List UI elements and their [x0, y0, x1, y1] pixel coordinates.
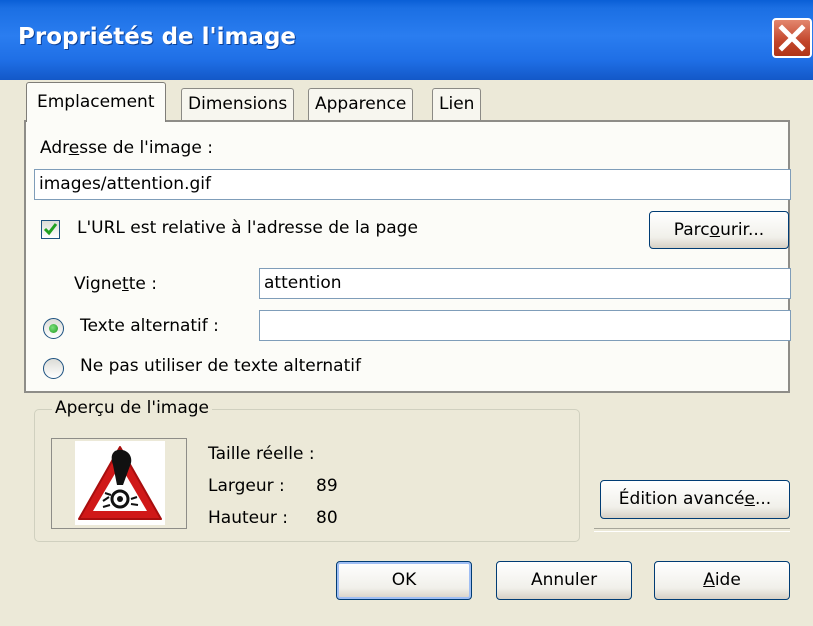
tooltip-label: Vignette : — [74, 274, 157, 294]
no-alt-text-label: Ne pas utiliser de texte alternatif — [80, 356, 361, 376]
tab-emplacement[interactable]: Emplacement — [26, 82, 166, 122]
no-alt-text-radio[interactable] — [43, 358, 64, 379]
window-title: Propriétés de l'image — [18, 24, 297, 50]
tab-label: Apparence — [315, 94, 407, 114]
ok-button[interactable]: OK — [336, 561, 472, 600]
title-bar[interactable]: Propriétés de l'image — [0, 0, 813, 80]
advanced-edit-button[interactable]: Édition avancée... — [600, 480, 790, 519]
image-preview-group-label: Aperçu de l'image — [52, 398, 213, 418]
height-value: 80 — [316, 508, 338, 528]
cancel-button[interactable]: Annuler — [496, 561, 632, 600]
image-properties-dialog: Propriétés de l'image Emplacement Dimens… — [0, 0, 813, 626]
radio-selected-dot — [49, 324, 58, 333]
image-address-label: Adresse de l'image : — [40, 138, 213, 158]
alt-text-radio[interactable] — [43, 318, 64, 339]
width-value: 89 — [316, 476, 338, 496]
browse-button[interactable]: Parcourir... — [649, 211, 789, 249]
tab-apparence[interactable]: Apparence — [308, 88, 414, 120]
tab-lien[interactable]: Lien — [432, 88, 482, 120]
relative-url-label: L'URL est relative à l'adresse de la pag… — [77, 218, 418, 238]
close-icon — [778, 24, 806, 52]
warning-sign-icon — [75, 441, 165, 525]
image-address-input[interactable]: images/attention.gif — [34, 169, 791, 200]
help-button[interactable]: Aide — [654, 561, 790, 600]
alt-text-input[interactable] — [259, 310, 791, 341]
relative-url-checkbox[interactable] — [41, 220, 60, 239]
tab-label: Dimensions — [188, 94, 288, 114]
alt-text-label: Texte alternatif : — [80, 316, 219, 336]
height-label: Hauteur : — [208, 508, 288, 528]
actual-size-label: Taille réelle : — [208, 444, 315, 464]
separator — [594, 528, 790, 532]
tab-panel-emplacement — [24, 120, 790, 393]
tooltip-input[interactable]: attention — [259, 268, 791, 299]
width-label: Largeur : — [208, 476, 285, 496]
tab-label: Emplacement — [37, 92, 155, 112]
tab-dimensions[interactable]: Dimensions — [181, 88, 295, 120]
tab-label: Lien — [439, 94, 475, 114]
checkmark-icon — [43, 223, 58, 236]
close-button[interactable] — [772, 18, 812, 58]
